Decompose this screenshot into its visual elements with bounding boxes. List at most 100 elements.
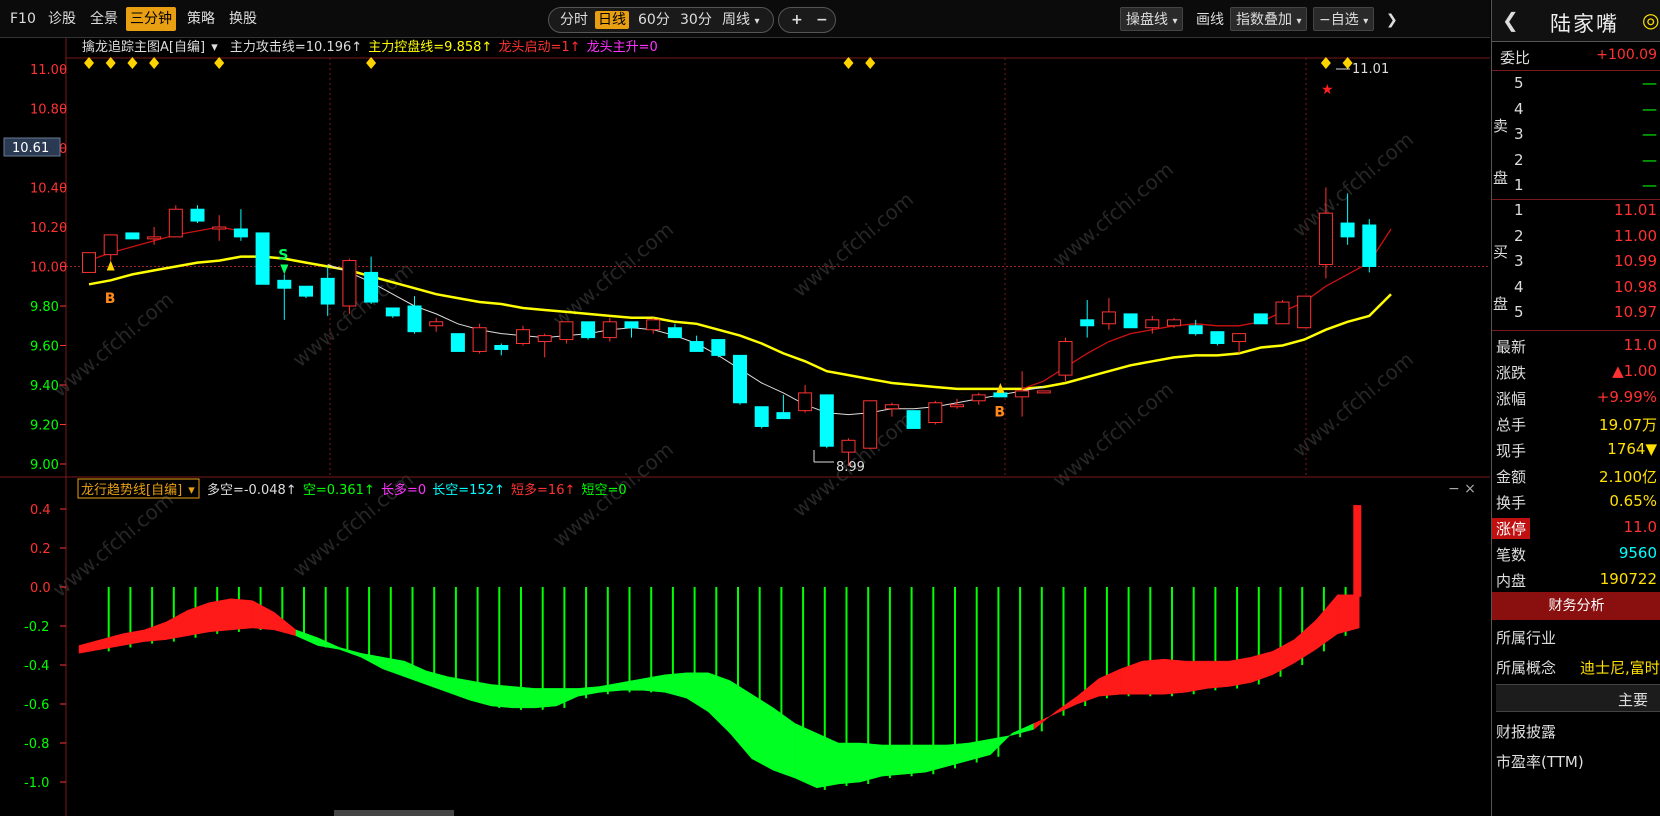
sub-tick-label: -0.4 — [24, 659, 49, 674]
kong-value: 空=0.361↑ — [303, 483, 375, 498]
candle-body — [841, 439, 856, 453]
three-minute-button[interactable]: 三分钟 — [126, 7, 176, 31]
signal-diamond-icon — [366, 57, 377, 69]
candle-body — [906, 410, 921, 429]
stat-row: 内盘 190722 — [1492, 567, 1660, 594]
bull-band — [122, 629, 145, 646]
bull-band — [78, 639, 101, 654]
bull-band — [274, 611, 297, 637]
tab-daily[interactable]: 日线 — [595, 11, 629, 29]
candle-body — [1210, 331, 1225, 345]
stock-name: 陆家嘴 — [1550, 12, 1619, 36]
main-section-header[interactable]: 主要 — [1496, 684, 1660, 712]
stat-value: 11.0 — [1623, 518, 1657, 536]
bear-band — [534, 688, 557, 709]
main-indicator-name[interactable]: 擒龙追踪主图A[自编] — [82, 39, 205, 55]
f10-button[interactable]: F10 — [6, 7, 40, 31]
tab-60min[interactable]: 60分 — [635, 11, 673, 29]
stat-value: ▲1.00 — [1612, 362, 1657, 380]
back-icon[interactable]: ❮ — [1502, 8, 1519, 32]
sub-indicator-name[interactable]: 龙行趋势线[自编] — [81, 482, 182, 498]
candle-body — [776, 412, 791, 420]
main-dropdown-icon[interactable]: ▾ — [211, 40, 218, 55]
stat-row: 金额 2.100亿 — [1492, 463, 1660, 490]
draw-line-button[interactable]: 画线 — [1190, 7, 1230, 31]
watermark-text: www.cfchi.com — [48, 487, 178, 602]
ask-row: 3— — [1492, 122, 1660, 149]
strategy-button[interactable]: 策略 — [183, 7, 219, 31]
tab-fenshi[interactable]: 分时 — [557, 11, 591, 29]
level-price: — — [1642, 176, 1657, 194]
candle-body — [1297, 295, 1312, 329]
sub-tick-label: 0.0 — [30, 581, 51, 596]
index-overlay-button[interactable]: 指数叠加 ▾ — [1230, 7, 1308, 31]
candle-body — [516, 329, 530, 345]
stat-label: 最新 — [1496, 338, 1527, 356]
bull-band — [1098, 668, 1121, 697]
bear-band — [339, 647, 362, 658]
bull-band — [143, 621, 167, 642]
operate-line-button[interactable]: 操盘线 ▾ — [1120, 7, 1184, 31]
horizontal-scrollbar[interactable] — [334, 810, 454, 816]
tab-weekly[interactable]: 周线 ▾ — [719, 11, 762, 29]
info-icon[interactable]: ◎ — [1642, 8, 1659, 32]
level-label: 3 — [1514, 252, 1524, 270]
swap-stock-button[interactable]: 换股 — [225, 7, 261, 31]
diagnose-button[interactable]: 诊股 — [44, 7, 80, 31]
bull-band — [208, 598, 232, 633]
stat-value: 11.0 — [1623, 336, 1657, 354]
sub-pane-controls[interactable]: − × — [1448, 481, 1476, 497]
panorama-button[interactable]: 全景 — [86, 7, 122, 31]
bear-band — [838, 742, 861, 785]
candle-body — [125, 232, 140, 240]
report-label[interactable]: 财报披露 — [1496, 721, 1556, 742]
candlesticks — [82, 187, 1377, 466]
candle-body — [82, 252, 96, 273]
candle-body — [928, 402, 943, 424]
trend-subchart: 0.4 0.2 0.0 -0.2 -0.4 -0.6 -0.8 -1.0 — [24, 503, 1362, 791]
bull-band — [1033, 711, 1056, 730]
candle-body — [1275, 301, 1290, 325]
expand-icon[interactable]: ❯ — [1380, 7, 1404, 31]
candle-body — [494, 345, 509, 350]
weibi-label: 委比 — [1500, 49, 1531, 67]
zoom-out-button[interactable]: − — [813, 11, 831, 29]
kline-chart[interactable]: www.cfchi.com www.cfchi.com www.cfchi.com w… — [0, 38, 1490, 816]
top-toolbar: F10 诊股 全景 三分钟 策略 换股 分时 日线 60分 30分 周线 ▾ +… — [0, 0, 1490, 38]
candle-body — [1123, 313, 1138, 329]
financial-analysis-tab[interactable]: 财务分析 — [1492, 592, 1660, 620]
candle-body — [993, 392, 1008, 398]
sub-indicator-legend: 龙行趋势线[自编] ▾ 多空=-0.048↑ 空=0.361↑ 长多=0 长空=… — [81, 482, 627, 498]
signal-markers: B S B — [84, 57, 1353, 421]
stat-label: 总手 — [1496, 416, 1527, 434]
buy-arrow-icon — [106, 260, 115, 271]
bear-band — [599, 682, 622, 693]
candle-body — [450, 333, 465, 352]
level-label: 5 — [1514, 303, 1524, 321]
self-select-button[interactable]: −自选 ▾ — [1313, 7, 1375, 31]
level-price: 10.99 — [1614, 252, 1657, 270]
concept-value[interactable]: 迪士尼,富时 — [1580, 657, 1660, 678]
tab-30min[interactable]: 30分 — [677, 11, 715, 29]
leader-start-value: 龙头启动=1↑ — [498, 40, 580, 55]
level-label: 2 — [1514, 226, 1524, 245]
control-line-value: 主力控盘线=9.858↑ — [368, 39, 492, 55]
bear-band — [903, 744, 926, 775]
level-price: — — [1642, 99, 1657, 118]
ask-row: 5— — [1492, 71, 1660, 98]
bear-band — [577, 686, 601, 697]
bear-band — [642, 674, 666, 693]
candle-body — [1145, 319, 1160, 329]
bid-row: 3 10.99 — [1492, 249, 1660, 276]
zoom-in-button[interactable]: + — [788, 11, 806, 29]
index-overlay-label: 指数叠加 — [1236, 12, 1292, 28]
watermark-text: www.cfchi.com — [548, 217, 678, 332]
sub-dropdown-icon[interactable]: ▾ — [188, 483, 195, 498]
stat-value: 19.07万 — [1599, 416, 1657, 434]
candle-body — [1015, 390, 1030, 398]
level-label: 3 — [1514, 125, 1524, 143]
bear-band — [729, 680, 752, 760]
changduo-value: 长多=0 — [381, 482, 426, 498]
bear-band — [556, 688, 579, 707]
level-price: — — [1642, 150, 1657, 169]
